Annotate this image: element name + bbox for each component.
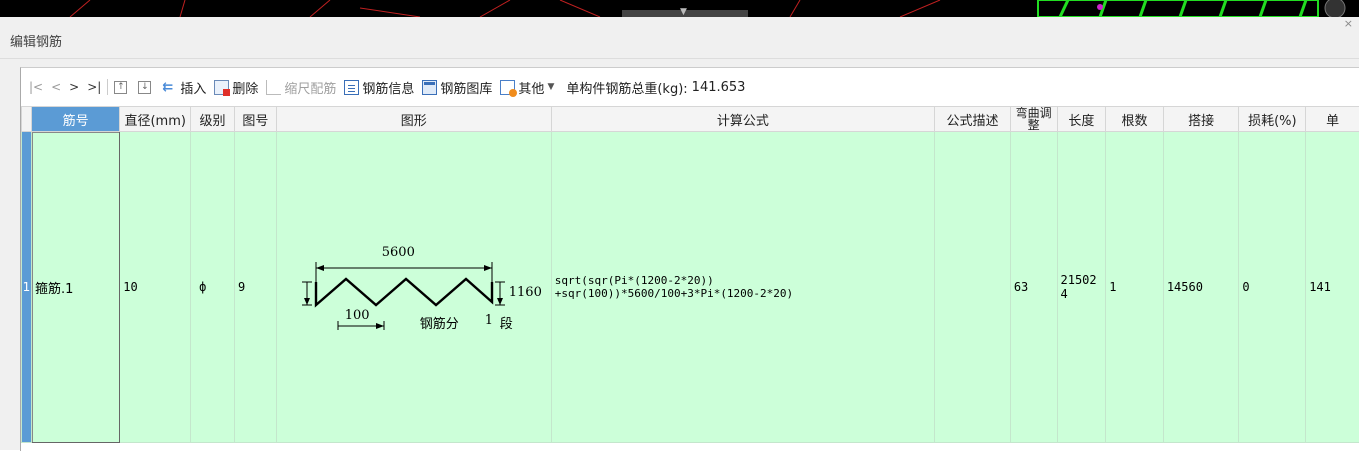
formula-line-1: sqrt(sqr(Pi*(1200-2*20)) (555, 274, 931, 287)
delete-button[interactable]: 删除 (214, 78, 258, 97)
edit-rebar-dialog: × 编辑钢筋 |< < > >| ↑ ↓ ⇇插入 删除 缩尺配筋 钢筋信息 钢筋… (0, 17, 1359, 450)
scale-rebar-button[interactable]: 缩尺配筋 (266, 78, 336, 97)
table-row[interactable]: 1 箍筋.1 10 ф 9 (22, 132, 1359, 443)
col-diameter[interactable]: 直径(mm) (120, 107, 191, 132)
delete-label: 删除 (232, 78, 258, 97)
rebar-shape-drawing: 5600 1160 100 钢筋分 1 段 (280, 242, 548, 332)
col-bend-adjust[interactable]: 弯曲调整 (1010, 107, 1057, 132)
cell-formula[interactable]: sqrt(sqr(Pi*(1200-2*20)) +sqr(100))*5600… (551, 132, 934, 443)
library-icon (422, 80, 437, 95)
row-index[interactable]: 1 (22, 132, 32, 443)
nav-first-button[interactable]: |< (29, 80, 43, 94)
insert-label: 插入 (180, 78, 206, 97)
down-arrow-icon: ↓ (138, 81, 151, 94)
cell-figure-no[interactable]: 9 (234, 132, 276, 443)
cell-count[interactable]: 1 (1106, 132, 1164, 443)
cell-bar-no[interactable]: 箍筋.1 (31, 132, 119, 443)
col-figure-no[interactable]: 图号 (234, 107, 276, 132)
insert-button[interactable]: ⇇插入 (162, 78, 206, 97)
corner-header (22, 107, 32, 132)
shape-caption: 钢筋分 (420, 313, 459, 332)
delete-icon (214, 80, 229, 95)
caret-down-icon: ▼ (547, 82, 554, 92)
rebar-grid: 筋号 直径(mm) 级别 图号 图形 计算公式 公式描述 弯曲调整 长度 根数 … (21, 106, 1359, 451)
shape-segments-unit: 段 (500, 313, 513, 332)
formula-line-2: +sqr(100))*5600/100+3*Pi*(1200-2*20) (555, 287, 931, 300)
up-arrow-icon: ↑ (114, 81, 127, 94)
move-down-button[interactable]: ↓ (138, 81, 154, 94)
cell-shape[interactable]: 5600 1160 100 钢筋分 1 段 (276, 132, 551, 443)
col-loss[interactable]: 损耗(%) (1239, 107, 1306, 132)
cell-length[interactable]: 215024 (1057, 132, 1106, 443)
toolbar-divider (107, 79, 108, 95)
cell-diameter[interactable]: 10 (120, 132, 191, 443)
col-length[interactable]: 长度 (1057, 107, 1106, 132)
other-dropdown[interactable]: 其他▼ (500, 78, 554, 97)
total-weight-label: 单构件钢筋总重(kg): (566, 78, 687, 97)
collapse-panel-tab[interactable]: ▼ (622, 10, 748, 17)
shape-segments: 1 (485, 313, 493, 328)
col-grade[interactable]: 级别 (191, 107, 235, 132)
rebar-panel: |< < > >| ↑ ↓ ⇇插入 删除 缩尺配筋 钢筋信息 钢筋图库 其他▼ … (20, 67, 1359, 451)
col-shape[interactable]: 图形 (276, 107, 551, 132)
rebar-info-label: 钢筋信息 (362, 78, 414, 97)
rebar-info-button[interactable]: 钢筋信息 (344, 78, 414, 97)
col-bar-no[interactable]: 筋号 (31, 107, 119, 132)
nav-next-button[interactable]: > (69, 80, 79, 94)
cell-grade[interactable]: ф (191, 132, 235, 443)
cad-viewport[interactable]: ▼ (0, 0, 1359, 17)
cell-formula-desc[interactable] (935, 132, 1011, 443)
cell-unit-weight[interactable]: 141 (1306, 132, 1359, 443)
title-divider (0, 58, 1359, 59)
cell-bend-adjust[interactable]: 63 (1010, 132, 1057, 443)
other-label: 其他 (518, 78, 544, 97)
cell-lap[interactable]: 14560 (1163, 132, 1239, 443)
col-formula[interactable]: 计算公式 (551, 107, 934, 132)
rebar-table: 筋号 直径(mm) 级别 图号 图形 计算公式 公式描述 弯曲调整 长度 根数 … (21, 106, 1359, 443)
close-icon[interactable]: × (1344, 17, 1353, 30)
shape-length-label: 5600 (382, 245, 415, 260)
other-icon (500, 80, 515, 95)
toolbar: |< < > >| ↑ ↓ ⇇插入 删除 缩尺配筋 钢筋信息 钢筋图库 其他▼ … (21, 68, 1359, 106)
col-count[interactable]: 根数 (1106, 107, 1164, 132)
cell-loss[interactable]: 0 (1239, 132, 1306, 443)
nav-last-button[interactable]: >| (87, 80, 101, 94)
scale-rebar-label: 缩尺配筋 (284, 78, 336, 97)
col-formula-desc[interactable]: 公式描述 (935, 107, 1011, 132)
header-row: 筋号 直径(mm) 级别 图号 图形 计算公式 公式描述 弯曲调整 长度 根数 … (22, 107, 1359, 132)
ruler-icon (266, 80, 281, 95)
insert-icon: ⇇ (162, 80, 177, 95)
rebar-library-button[interactable]: 钢筋图库 (422, 78, 492, 97)
info-icon (344, 80, 359, 95)
dialog-title: 编辑钢筋 (10, 31, 62, 50)
shape-height-label: 1160 (509, 285, 542, 300)
total-weight-value: 141.653 (692, 80, 746, 95)
shape-pitch-label: 100 (345, 308, 370, 323)
move-up-button[interactable]: ↑ (114, 81, 130, 94)
col-lap[interactable]: 搭接 (1163, 107, 1239, 132)
nav-prev-button[interactable]: < (51, 80, 61, 94)
chevron-down-icon: ▼ (680, 7, 687, 17)
col-unit-weight[interactable]: 单 (1306, 107, 1359, 132)
rebar-library-label: 钢筋图库 (440, 78, 492, 97)
